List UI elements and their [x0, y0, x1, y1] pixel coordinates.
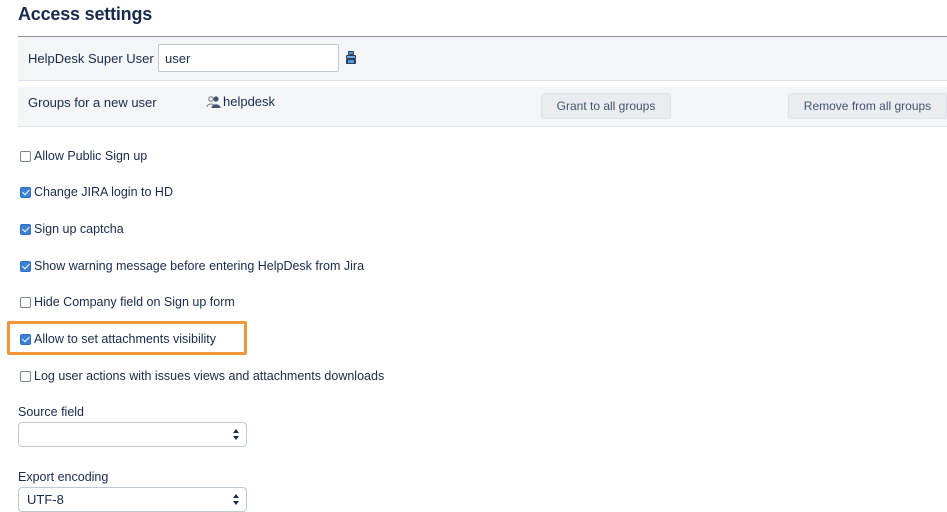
- option-allow-public-signup[interactable]: Allow Public Sign up: [20, 149, 147, 163]
- option-hide-company-field[interactable]: Hide Company field on Sign up form: [20, 295, 235, 309]
- highlight-annotation: [7, 321, 247, 355]
- option-show-warning-message[interactable]: Show warning message before entering Hel…: [20, 259, 364, 273]
- log-user-actions-label: Log user actions with issues views and a…: [34, 369, 385, 383]
- change-jira-login-label: Change JIRA login to HD: [34, 185, 173, 199]
- option-log-user-actions[interactable]: Log user actions with issues views and a…: [20, 369, 384, 383]
- select-arrows-icon: [233, 429, 239, 440]
- groups-row: Groups for a new user helpdesk Grant to …: [18, 87, 947, 127]
- export-encoding-select[interactable]: UTF-8: [18, 487, 247, 512]
- export-encoding-value: UTF-8: [27, 492, 64, 507]
- superuser-input[interactable]: [158, 44, 339, 72]
- log-user-actions-checkbox[interactable]: [20, 370, 31, 382]
- hide-company-field-label: Hide Company field on Sign up form: [34, 295, 235, 309]
- user-picker-icon[interactable]: [345, 51, 357, 65]
- export-encoding-label: Export encoding: [18, 470, 109, 484]
- allow-public-signup-label: Allow Public Sign up: [34, 149, 148, 163]
- superuser-label: HelpDesk Super User: [28, 51, 154, 66]
- signup-captcha-label: Sign up captcha: [34, 222, 124, 236]
- select-arrows-icon: [233, 494, 239, 505]
- hide-company-field-checkbox[interactable]: [20, 296, 31, 308]
- superuser-row: HelpDesk Super User: [18, 37, 947, 81]
- group-name: helpdesk: [223, 94, 276, 109]
- source-field-select[interactable]: [18, 422, 247, 447]
- remove-from-all-groups-button[interactable]: Remove from all groups: [788, 93, 947, 119]
- allow-public-signup-checkbox[interactable]: [20, 150, 31, 162]
- grant-to-all-groups-button[interactable]: Grant to all groups: [541, 93, 671, 119]
- signup-captcha-checkbox[interactable]: [20, 223, 31, 235]
- group-icon: [206, 95, 221, 108]
- option-signup-captcha[interactable]: Sign up captcha: [20, 222, 124, 236]
- page-title: Access settings: [18, 4, 153, 24]
- change-jira-login-checkbox[interactable]: [20, 186, 31, 198]
- show-warning-message-checkbox[interactable]: [20, 260, 31, 272]
- source-field-label: Source field: [18, 405, 85, 419]
- show-warning-message-label: Show warning message before entering Hel…: [34, 259, 365, 273]
- option-change-jira-login[interactable]: Change JIRA login to HD: [20, 185, 173, 199]
- group-chip-helpdesk: helpdesk: [206, 94, 275, 109]
- groups-label: Groups for a new user: [28, 95, 157, 110]
